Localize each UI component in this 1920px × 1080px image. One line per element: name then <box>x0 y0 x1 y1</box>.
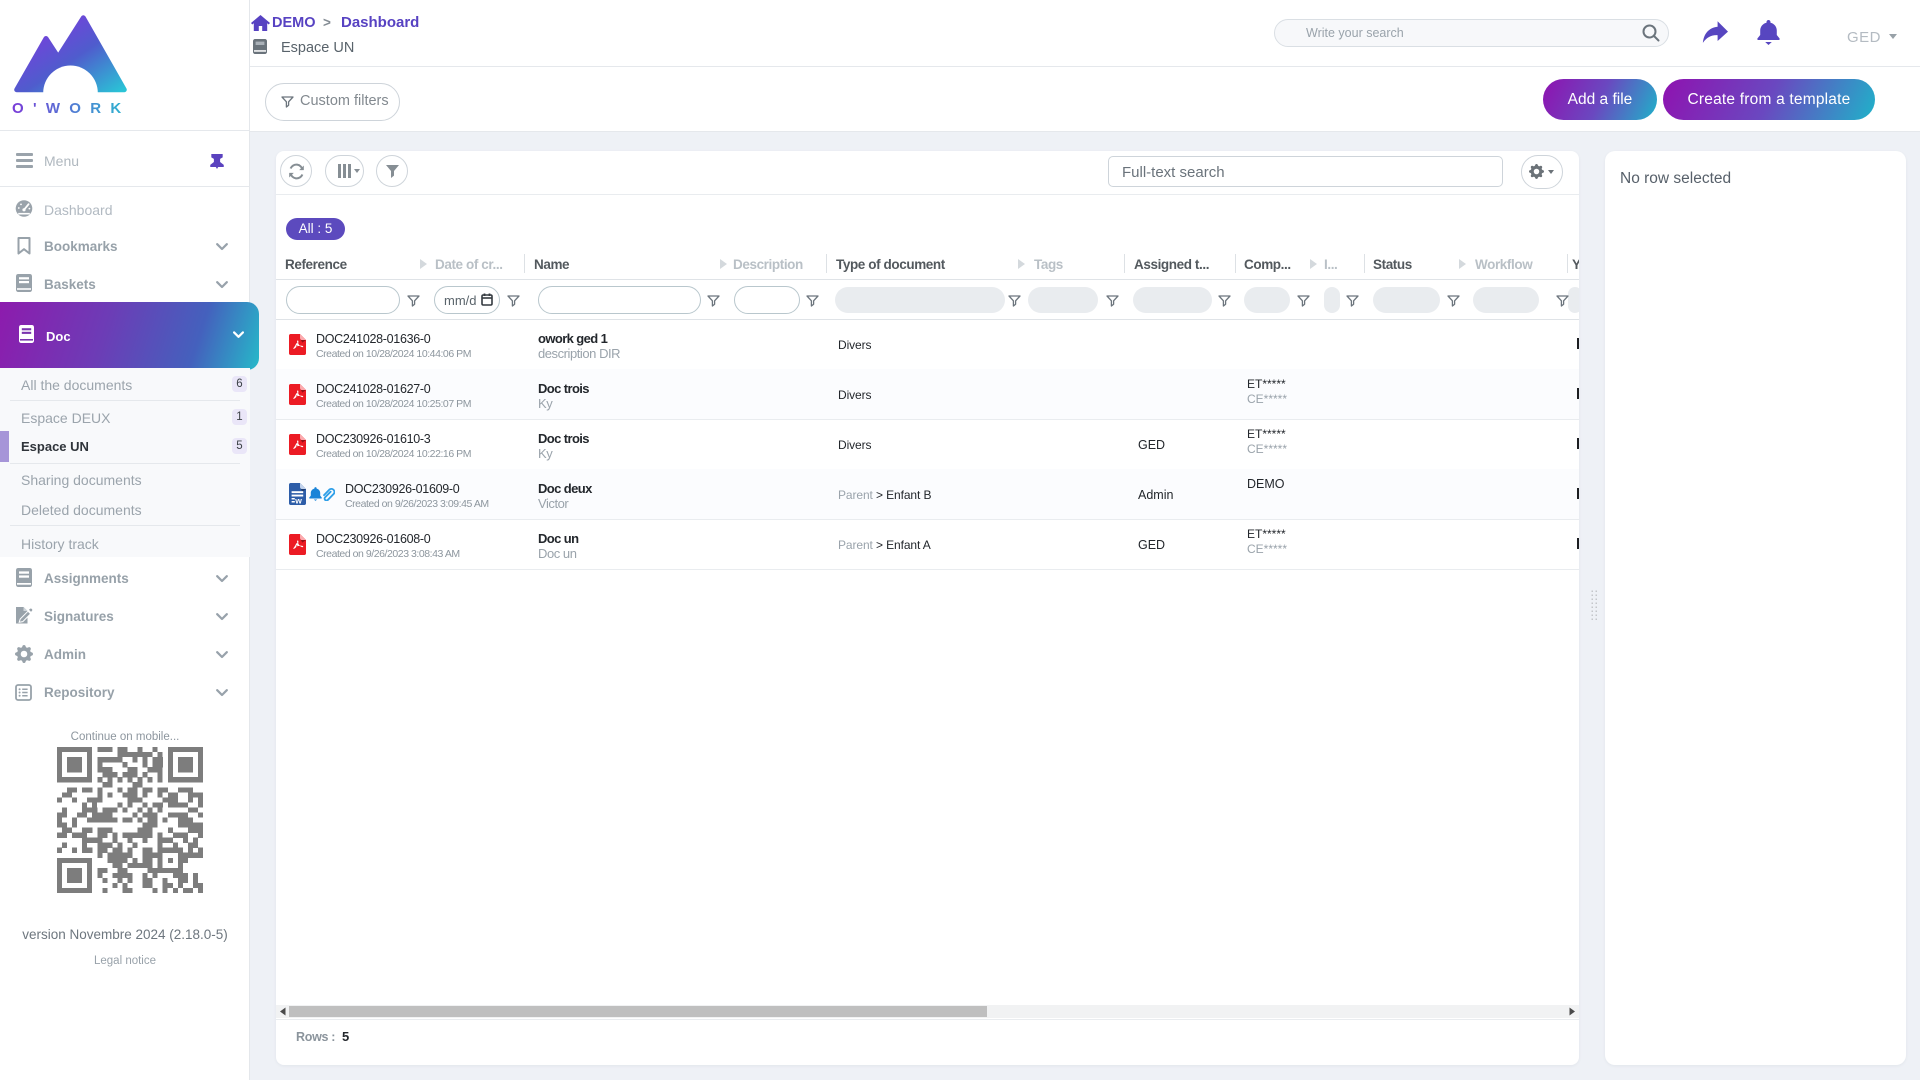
svg-text:O'WORK: O'WORK <box>12 100 130 117</box>
svg-text:w: w <box>294 496 302 505</box>
